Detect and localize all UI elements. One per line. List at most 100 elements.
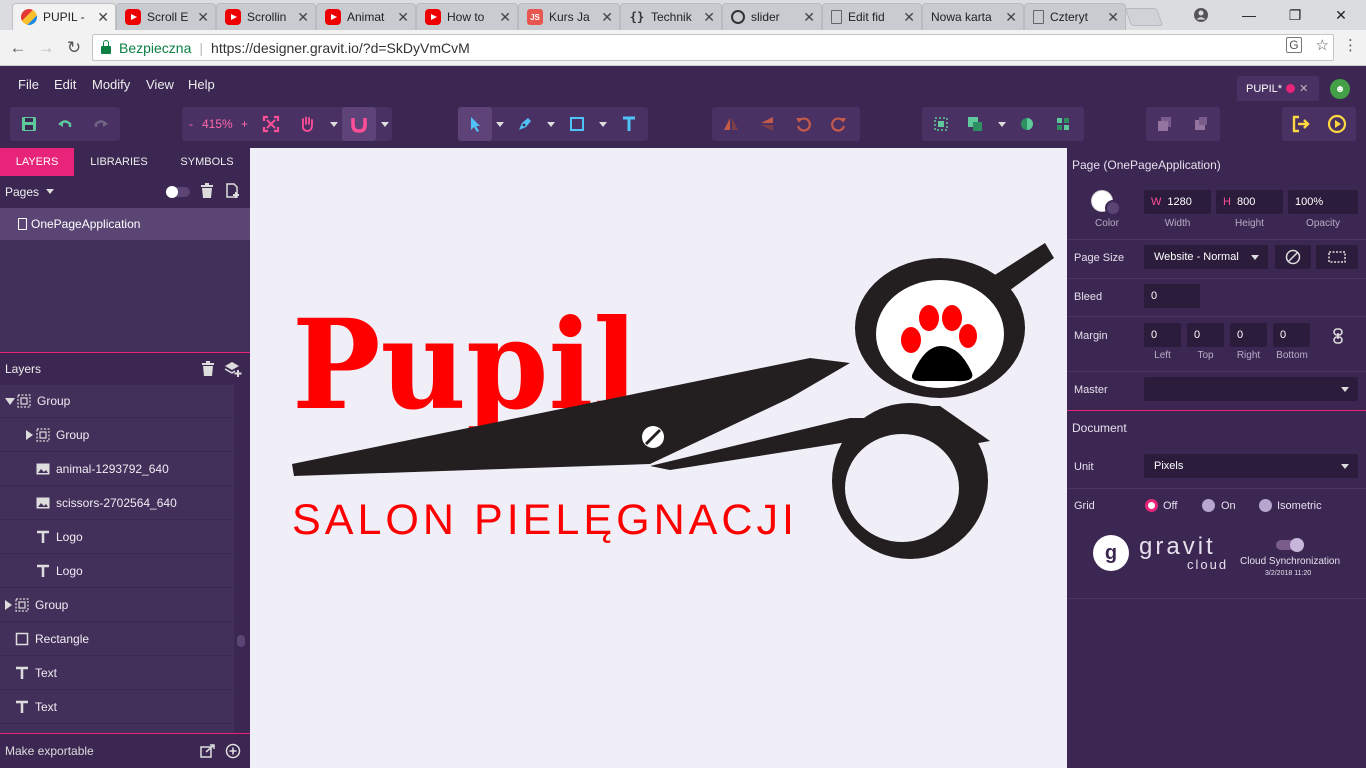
close-tab-icon[interactable]: ✕ — [601, 9, 613, 26]
chrome-menu-icon[interactable]: ⋮ — [1343, 36, 1358, 54]
page-format-button[interactable] — [1316, 245, 1358, 269]
height-field[interactable]: H 800 — [1216, 190, 1283, 214]
master-select[interactable] — [1144, 377, 1358, 401]
layer-row[interactable]: animal-1293792_640 — [0, 453, 234, 486]
layer-row[interactable]: scissors-2702564_640 — [0, 487, 234, 520]
rotate-right-button[interactable] — [822, 107, 856, 141]
margin-top-field[interactable]: 0 — [1187, 323, 1224, 347]
redo-button[interactable] — [84, 107, 118, 141]
bleed-field[interactable]: 0 — [1144, 284, 1200, 308]
close-tab-icon[interactable]: ✕ — [1107, 9, 1119, 26]
add-layer-icon[interactable] — [224, 360, 242, 381]
zoom-level[interactable]: 415% — [202, 117, 233, 131]
layer-row[interactable]: Text — [0, 691, 234, 724]
back-button[interactable]: ← — [6, 37, 30, 59]
menu-edit[interactable]: Edit — [54, 77, 76, 92]
chevron-down-icon[interactable] — [381, 122, 389, 127]
margin-left-field[interactable]: 0 — [1144, 323, 1181, 347]
export-button[interactable] — [1284, 107, 1318, 141]
browser-tab[interactable]: Scroll E ✕ — [116, 3, 216, 30]
flip-horizontal-button[interactable] — [714, 107, 748, 141]
link-margins-icon[interactable] — [1332, 328, 1344, 347]
color-picker-icon[interactable] — [1105, 200, 1121, 216]
zoom-out-button[interactable]: - — [189, 117, 193, 131]
chevron-down-icon[interactable] — [998, 122, 1006, 127]
chevron-down-icon[interactable] — [5, 397, 15, 405]
unit-select[interactable]: Pixels — [1144, 454, 1358, 478]
layers-scrollbar[interactable] — [234, 385, 250, 733]
zoom-in-button[interactable]: + — [241, 117, 248, 131]
copy-style-button[interactable] — [1184, 107, 1218, 141]
browser-tab[interactable]: Edit fid ✕ — [822, 3, 922, 30]
new-tab-button[interactable] — [1124, 8, 1164, 26]
scrollbar-thumb[interactable] — [237, 635, 245, 647]
layer-row[interactable]: Group — [0, 419, 234, 452]
browser-tab[interactable]: slider ✕ — [722, 3, 822, 30]
pages-toggle[interactable] — [166, 186, 190, 198]
forward-button[interactable]: → — [34, 37, 58, 59]
margin-bottom-field[interactable]: 0 — [1273, 323, 1310, 347]
logo-artwork[interactable]: Pupil SALON PIELĘGNACJI — [250, 148, 1067, 768]
tab-symbols[interactable]: SYMBOLS — [164, 148, 250, 176]
chevron-right-icon[interactable] — [26, 430, 33, 440]
width-field[interactable]: W 1280 — [1144, 190, 1211, 214]
group-button[interactable] — [924, 107, 958, 141]
add-page-icon[interactable] — [225, 183, 241, 202]
page-item[interactable]: OnePageApplication — [0, 208, 250, 240]
browser-tab[interactable]: How to ✕ — [416, 3, 518, 30]
save-button[interactable] — [12, 107, 46, 141]
menu-view[interactable]: View — [146, 77, 174, 92]
pages-dropdown-icon[interactable] — [46, 189, 54, 194]
translate-icon[interactable]: G — [1286, 37, 1302, 53]
opacity-field[interactable]: 100% — [1288, 190, 1358, 214]
text-tool-button[interactable] — [612, 107, 646, 141]
undo-button[interactable] — [48, 107, 82, 141]
trash-icon[interactable] — [201, 361, 215, 380]
close-tab-icon[interactable]: ✕ — [903, 9, 915, 26]
orientation-button[interactable] — [1275, 245, 1311, 269]
layer-row[interactable]: Rectangle — [0, 623, 234, 656]
avatar[interactable]: ☻ — [1330, 79, 1350, 99]
menu-file[interactable]: File — [18, 77, 39, 92]
browser-tab[interactable]: JS Kurs Ja ✕ — [518, 3, 620, 30]
browser-tab[interactable]: {} Technik ✕ — [620, 3, 722, 30]
close-tab-icon[interactable]: ✕ — [803, 9, 815, 26]
layer-row[interactable]: Logo — [0, 555, 234, 588]
add-export-icon[interactable] — [225, 743, 241, 762]
arrange-button[interactable] — [958, 107, 992, 141]
maximize-button[interactable]: ❐ — [1272, 0, 1318, 30]
pointer-tool-button[interactable] — [458, 107, 492, 141]
close-document-icon[interactable]: ✕ — [1299, 82, 1308, 95]
pen-tool-button[interactable] — [508, 107, 542, 141]
close-tab-icon[interactable]: ✕ — [499, 9, 511, 26]
cloud-sync-toggle[interactable] — [1276, 538, 1304, 552]
grid-isometric-radio[interactable] — [1259, 499, 1272, 512]
layer-row[interactable]: Group — [0, 385, 234, 418]
close-tab-icon[interactable]: ✕ — [1005, 9, 1017, 26]
browser-tab-pupil[interactable]: PUPIL - ✕ — [12, 3, 116, 30]
grid-off-radio[interactable] — [1145, 499, 1158, 512]
close-tab-icon[interactable]: ✕ — [297, 9, 309, 26]
minimize-button[interactable]: — — [1226, 0, 1272, 30]
chevron-down-icon[interactable] — [496, 122, 504, 127]
menu-help[interactable]: Help — [188, 77, 215, 92]
hand-tool-button[interactable] — [290, 107, 324, 141]
fit-screen-button[interactable] — [254, 107, 288, 141]
symbol-button[interactable] — [1046, 107, 1080, 141]
browser-tab[interactable]: Animat ✕ — [316, 3, 416, 30]
rectangle-tool-button[interactable] — [560, 107, 594, 141]
tab-libraries[interactable]: LIBRARIES — [74, 148, 164, 176]
close-window-button[interactable]: ✕ — [1318, 0, 1364, 30]
rotate-left-button[interactable] — [786, 107, 820, 141]
layer-row[interactable]: Group — [0, 589, 234, 622]
snapping-button[interactable] — [342, 107, 376, 141]
chevron-down-icon[interactable] — [547, 122, 555, 127]
bookmark-star-icon[interactable]: ☆ — [1316, 36, 1329, 54]
layer-row[interactable]: Text — [0, 657, 234, 690]
close-tab-icon[interactable]: ✕ — [703, 9, 715, 26]
close-tab-icon[interactable]: ✕ — [97, 9, 109, 26]
design-canvas[interactable]: Pupil SALON PIELĘGNACJI — [250, 148, 1067, 768]
profile-icon[interactable] — [1178, 0, 1224, 30]
address-bar[interactable]: Bezpieczna | https://designer.gravit.io/… — [92, 34, 1334, 61]
close-tab-icon[interactable]: ✕ — [197, 9, 209, 26]
